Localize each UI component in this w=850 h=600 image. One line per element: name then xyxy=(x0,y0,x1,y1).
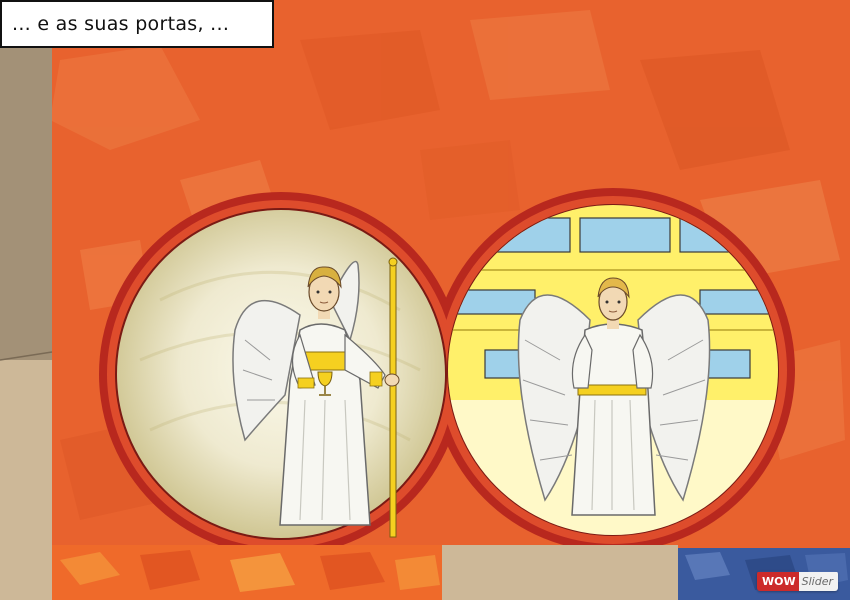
floor-mosaic xyxy=(0,545,850,600)
angel-right xyxy=(517,277,711,516)
caption-text: ... e as suas portas, ... xyxy=(12,13,230,35)
watermark-part1: WOW xyxy=(757,571,799,591)
watermark-part2: Slider xyxy=(798,571,838,591)
left-stone-pillar xyxy=(0,48,52,360)
golden-staff-icon xyxy=(388,257,398,538)
illustration xyxy=(0,0,850,600)
caption-box: ... e as suas portas, ... xyxy=(0,0,274,48)
comic-panel: ... e as suas portas, ... WOW Slider xyxy=(0,0,850,600)
wowslider-watermark[interactable]: WOW Slider xyxy=(757,571,838,591)
